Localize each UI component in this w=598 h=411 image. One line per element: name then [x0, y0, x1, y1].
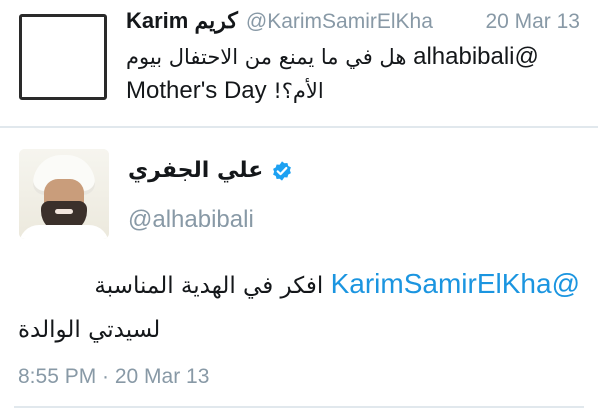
reply-text-arabic-2: الأم؟!	[273, 79, 324, 103]
reply-mention-link[interactable]: @alhabibali	[413, 43, 539, 70]
author-handle[interactable]: @alhabibali	[128, 206, 254, 234]
tweet-timestamp[interactable]: 8:55 PM · 20 Mar 13	[18, 365, 209, 389]
reply-tweet[interactable]: Karim كريم @KarimSamirElKha 20 Mar 13 @a…	[0, 0, 598, 126]
main-tweet-text: @KarimSamirElKha افكر في الهدية المناسبة…	[18, 262, 580, 352]
main-tweet[interactable]: علي الجفري @alhabibali @KarimSamirElKha …	[0, 128, 598, 411]
reply-tweet-text: @alhabibali هل في ما يمنع من الاحتفال بي…	[126, 40, 580, 108]
main-mention-link[interactable]: @KarimSamirElKha	[331, 268, 580, 299]
verified-badge-icon	[271, 160, 293, 182]
author-avatar[interactable]	[19, 149, 109, 239]
main-text-line-2: لسيدتي الوالدة	[18, 317, 161, 343]
reply-header: Karim كريم @KarimSamirElKha 20 Mar 13	[126, 8, 580, 38]
reply-text-arabic-1: هل في ما يمنع من الاحتفال بيوم	[126, 45, 407, 69]
reply-author-handle[interactable]: @KarimSamirElKha	[246, 10, 433, 34]
reply-text-line-1: @alhabibali هل في ما يمنع من الاحتفال بي…	[126, 40, 580, 74]
main-text-arabic-1: افكر في الهدية المناسبة	[94, 273, 324, 299]
main-text-line-1: @KarimSamirElKha افكر في الهدية المناسبة	[18, 262, 580, 308]
bottom-divider	[14, 406, 584, 408]
reply-author-name[interactable]: Karim كريم	[126, 8, 238, 34]
reply-timestamp[interactable]: 20 Mar 13	[485, 10, 580, 34]
reply-text-latin: Mother's Day	[126, 77, 267, 104]
reply-text-line-2: الأم؟! Mother's Day	[126, 74, 580, 108]
reply-avatar[interactable]	[19, 14, 107, 100]
author-name-row: علي الجفري	[128, 158, 293, 183]
author-name[interactable]: علي الجفري	[128, 158, 263, 183]
